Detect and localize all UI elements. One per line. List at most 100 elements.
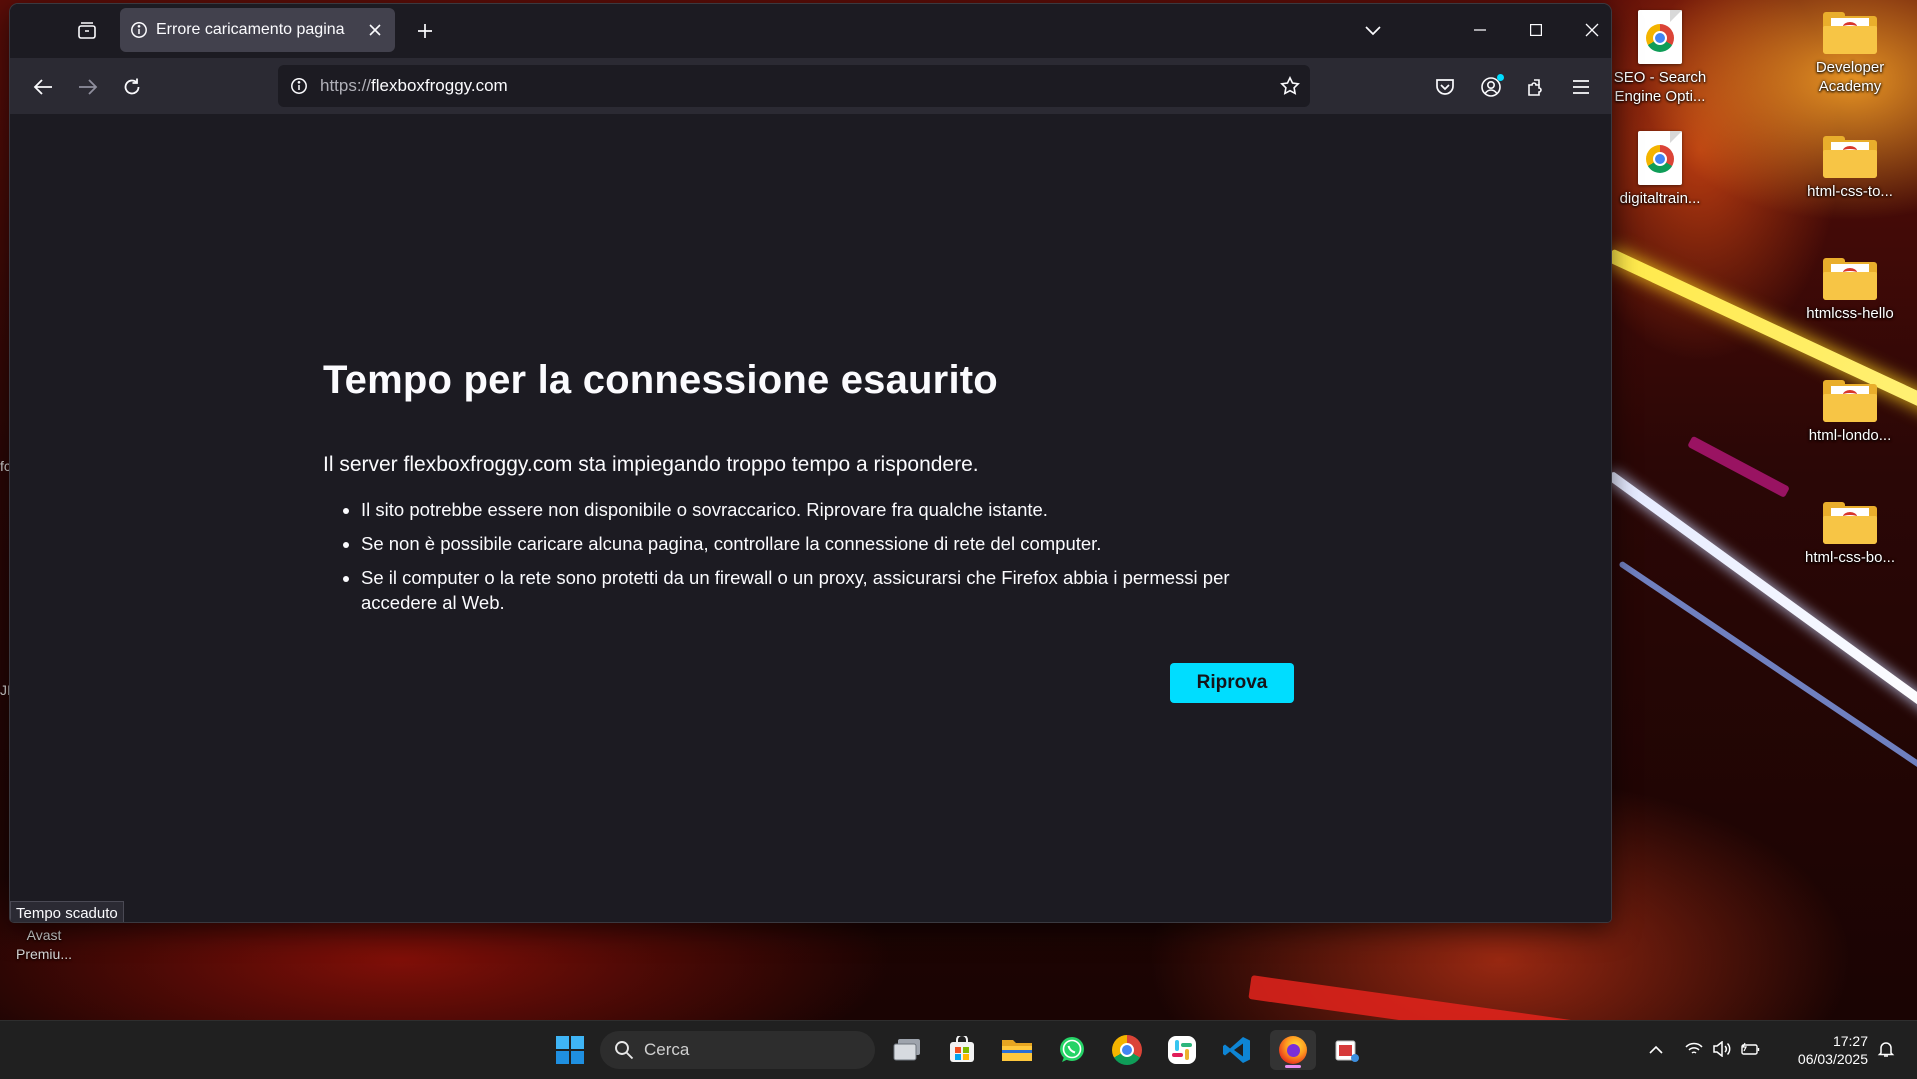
arrow-right-icon (79, 79, 98, 95)
hamburger-menu-icon (1573, 80, 1589, 94)
tab-close-button[interactable] (365, 20, 385, 40)
show-hidden-icons-button[interactable] (1644, 1035, 1668, 1063)
arrow-left-icon (33, 79, 52, 95)
firefox-icon (1279, 1036, 1307, 1064)
error-title: Tempo per la connessione esaurito (323, 358, 998, 402)
chevron-down-icon (1365, 26, 1381, 36)
error-suggestions-list: Il sito potrebbe essere non disponibile … (323, 497, 1301, 624)
back-button[interactable] (26, 70, 60, 104)
close-icon (369, 24, 381, 36)
url-bar[interactable]: https://flexboxfroggy.com (278, 65, 1310, 107)
task-view-button[interactable] (887, 1030, 927, 1070)
desktop-icon-avast[interactable]: Avast Premiu... (4, 926, 84, 964)
desktop-icon-html-css-bo[interactable]: html-css-bo... (1800, 502, 1900, 567)
firefox-button[interactable] (1270, 1030, 1316, 1070)
site-info-icon (291, 78, 307, 94)
notifications-button[interactable] (1874, 1035, 1898, 1063)
slack-icon (1168, 1036, 1196, 1064)
chevron-up-icon (1649, 1045, 1663, 1054)
tab-title: Errore caricamento pagina (156, 21, 345, 38)
windows-logo-icon (556, 1036, 584, 1064)
desktop-icon-label: html-londo... (1808, 427, 1892, 444)
chrome-shortcut-icon (1638, 10, 1682, 64)
reload-icon (124, 78, 140, 95)
url-host: flexboxfroggy.com (371, 76, 508, 95)
url-scheme: https:// (320, 76, 372, 95)
account-button[interactable] (1474, 70, 1508, 104)
microsoft-store-button[interactable] (942, 1030, 982, 1070)
close-window-button[interactable] (1570, 12, 1611, 48)
search-icon (615, 1041, 634, 1060)
minimize-icon (1474, 29, 1486, 31)
desktop-icon-htmlcss-hello[interactable]: htmlcss-hello (1800, 258, 1900, 323)
bookmark-star-button[interactable] (1278, 74, 1302, 98)
battery-icon (1741, 1042, 1760, 1055)
tab-active[interactable]: Errore caricamento pagina (120, 8, 395, 52)
desktop-icon-label: htmlcss-hello (1806, 305, 1894, 322)
desktop-icon-html-londo[interactable]: html-londo... (1800, 380, 1900, 445)
extensions-button[interactable] (1519, 70, 1553, 104)
tab-strip: Errore caricamento pagina (10, 4, 1611, 58)
bell-icon (1877, 1042, 1895, 1057)
firefox-view-button[interactable] (72, 16, 102, 46)
active-app-indicator (1285, 1065, 1301, 1068)
navigation-toolbar: https://flexboxfroggy.com (10, 58, 1611, 115)
minimize-button[interactable] (1458, 12, 1502, 48)
task-view-icon (893, 1039, 920, 1061)
folder-icon (1823, 12, 1877, 54)
app-menu-button[interactable] (1564, 70, 1598, 104)
list-item: Il sito potrebbe essere non disponibile … (361, 497, 1301, 522)
status-panel: Tempo scaduto (10, 901, 124, 922)
close-icon (1585, 23, 1599, 37)
clock-date: 06/03/2025 (1797, 1051, 1868, 1067)
speaker-icon (1713, 1041, 1731, 1057)
desktop-icon-seo-search[interactable]: SEO - Search Engine Opti... (1610, 10, 1710, 106)
retry-button[interactable]: Riprova (1170, 663, 1294, 703)
whatsapp-button[interactable] (1052, 1030, 1092, 1070)
desktop-icon-label: SEO - Search Engine Opti... (1613, 69, 1707, 105)
file-explorer-button[interactable] (997, 1030, 1037, 1070)
taskbar-clock[interactable]: 17:27 06/03/2025 (1766, 1032, 1868, 1068)
folder-icon (1002, 1040, 1032, 1061)
desktop-icon-label: digitaltrain... (1619, 190, 1701, 207)
desktop-icon-developer-academy[interactable]: Developer Academy (1800, 12, 1900, 96)
star-icon (1280, 76, 1300, 95)
battery-status[interactable] (1739, 1035, 1763, 1063)
firefox-view-icon (78, 22, 96, 39)
new-tab-button[interactable] (410, 16, 440, 46)
list-all-tabs-button[interactable] (1358, 16, 1388, 46)
desktop-icon-label: html-css-bo... (1804, 549, 1895, 566)
snipping-tool-button[interactable] (1327, 1030, 1367, 1070)
snipping-tool-icon (1335, 1040, 1359, 1062)
whatsapp-icon (1060, 1037, 1084, 1062)
volume-control[interactable] (1710, 1035, 1734, 1063)
chrome-shortcut-icon (1638, 131, 1682, 185)
vscode-button[interactable] (1217, 1030, 1257, 1070)
info-icon (131, 22, 147, 38)
forward-button[interactable] (71, 70, 105, 104)
clock-time: 17:27 (1832, 1033, 1868, 1049)
wifi-status[interactable] (1682, 1035, 1706, 1063)
folder-icon (1823, 380, 1877, 422)
store-icon (950, 1036, 974, 1062)
pocket-button[interactable] (1428, 70, 1462, 104)
maximize-icon (1530, 24, 1542, 36)
url-text[interactable]: https://flexboxfroggy.com (320, 76, 508, 96)
desktop-icon-html-css-to[interactable]: html-css-to... (1800, 136, 1900, 201)
chrome-button[interactable] (1107, 1030, 1147, 1070)
desktop-icon-digitaltrain[interactable]: digitaltrain... (1610, 131, 1710, 208)
error-description: Il server flexboxfroggy.com sta impiegan… (323, 453, 979, 476)
slack-button[interactable] (1162, 1030, 1202, 1070)
start-button[interactable] (550, 1030, 590, 1070)
vscode-icon (1223, 1037, 1250, 1063)
taskbar-search-box[interactable]: Cerca (600, 1031, 875, 1069)
desktop-icon-label: Developer Academy (1815, 59, 1885, 95)
reload-button[interactable] (115, 70, 149, 104)
wallpaper-streak-magenta (1687, 435, 1790, 498)
error-page: Tempo per la connessione esaurito Il ser… (10, 114, 1611, 922)
firefox-window: Errore caricamento pagina https://flexbo… (10, 4, 1611, 922)
desktop-icon-label: html-css-to... (1807, 183, 1893, 200)
maximize-button[interactable] (1514, 12, 1558, 48)
chrome-icon (1112, 1035, 1142, 1065)
folder-icon (1823, 502, 1877, 544)
